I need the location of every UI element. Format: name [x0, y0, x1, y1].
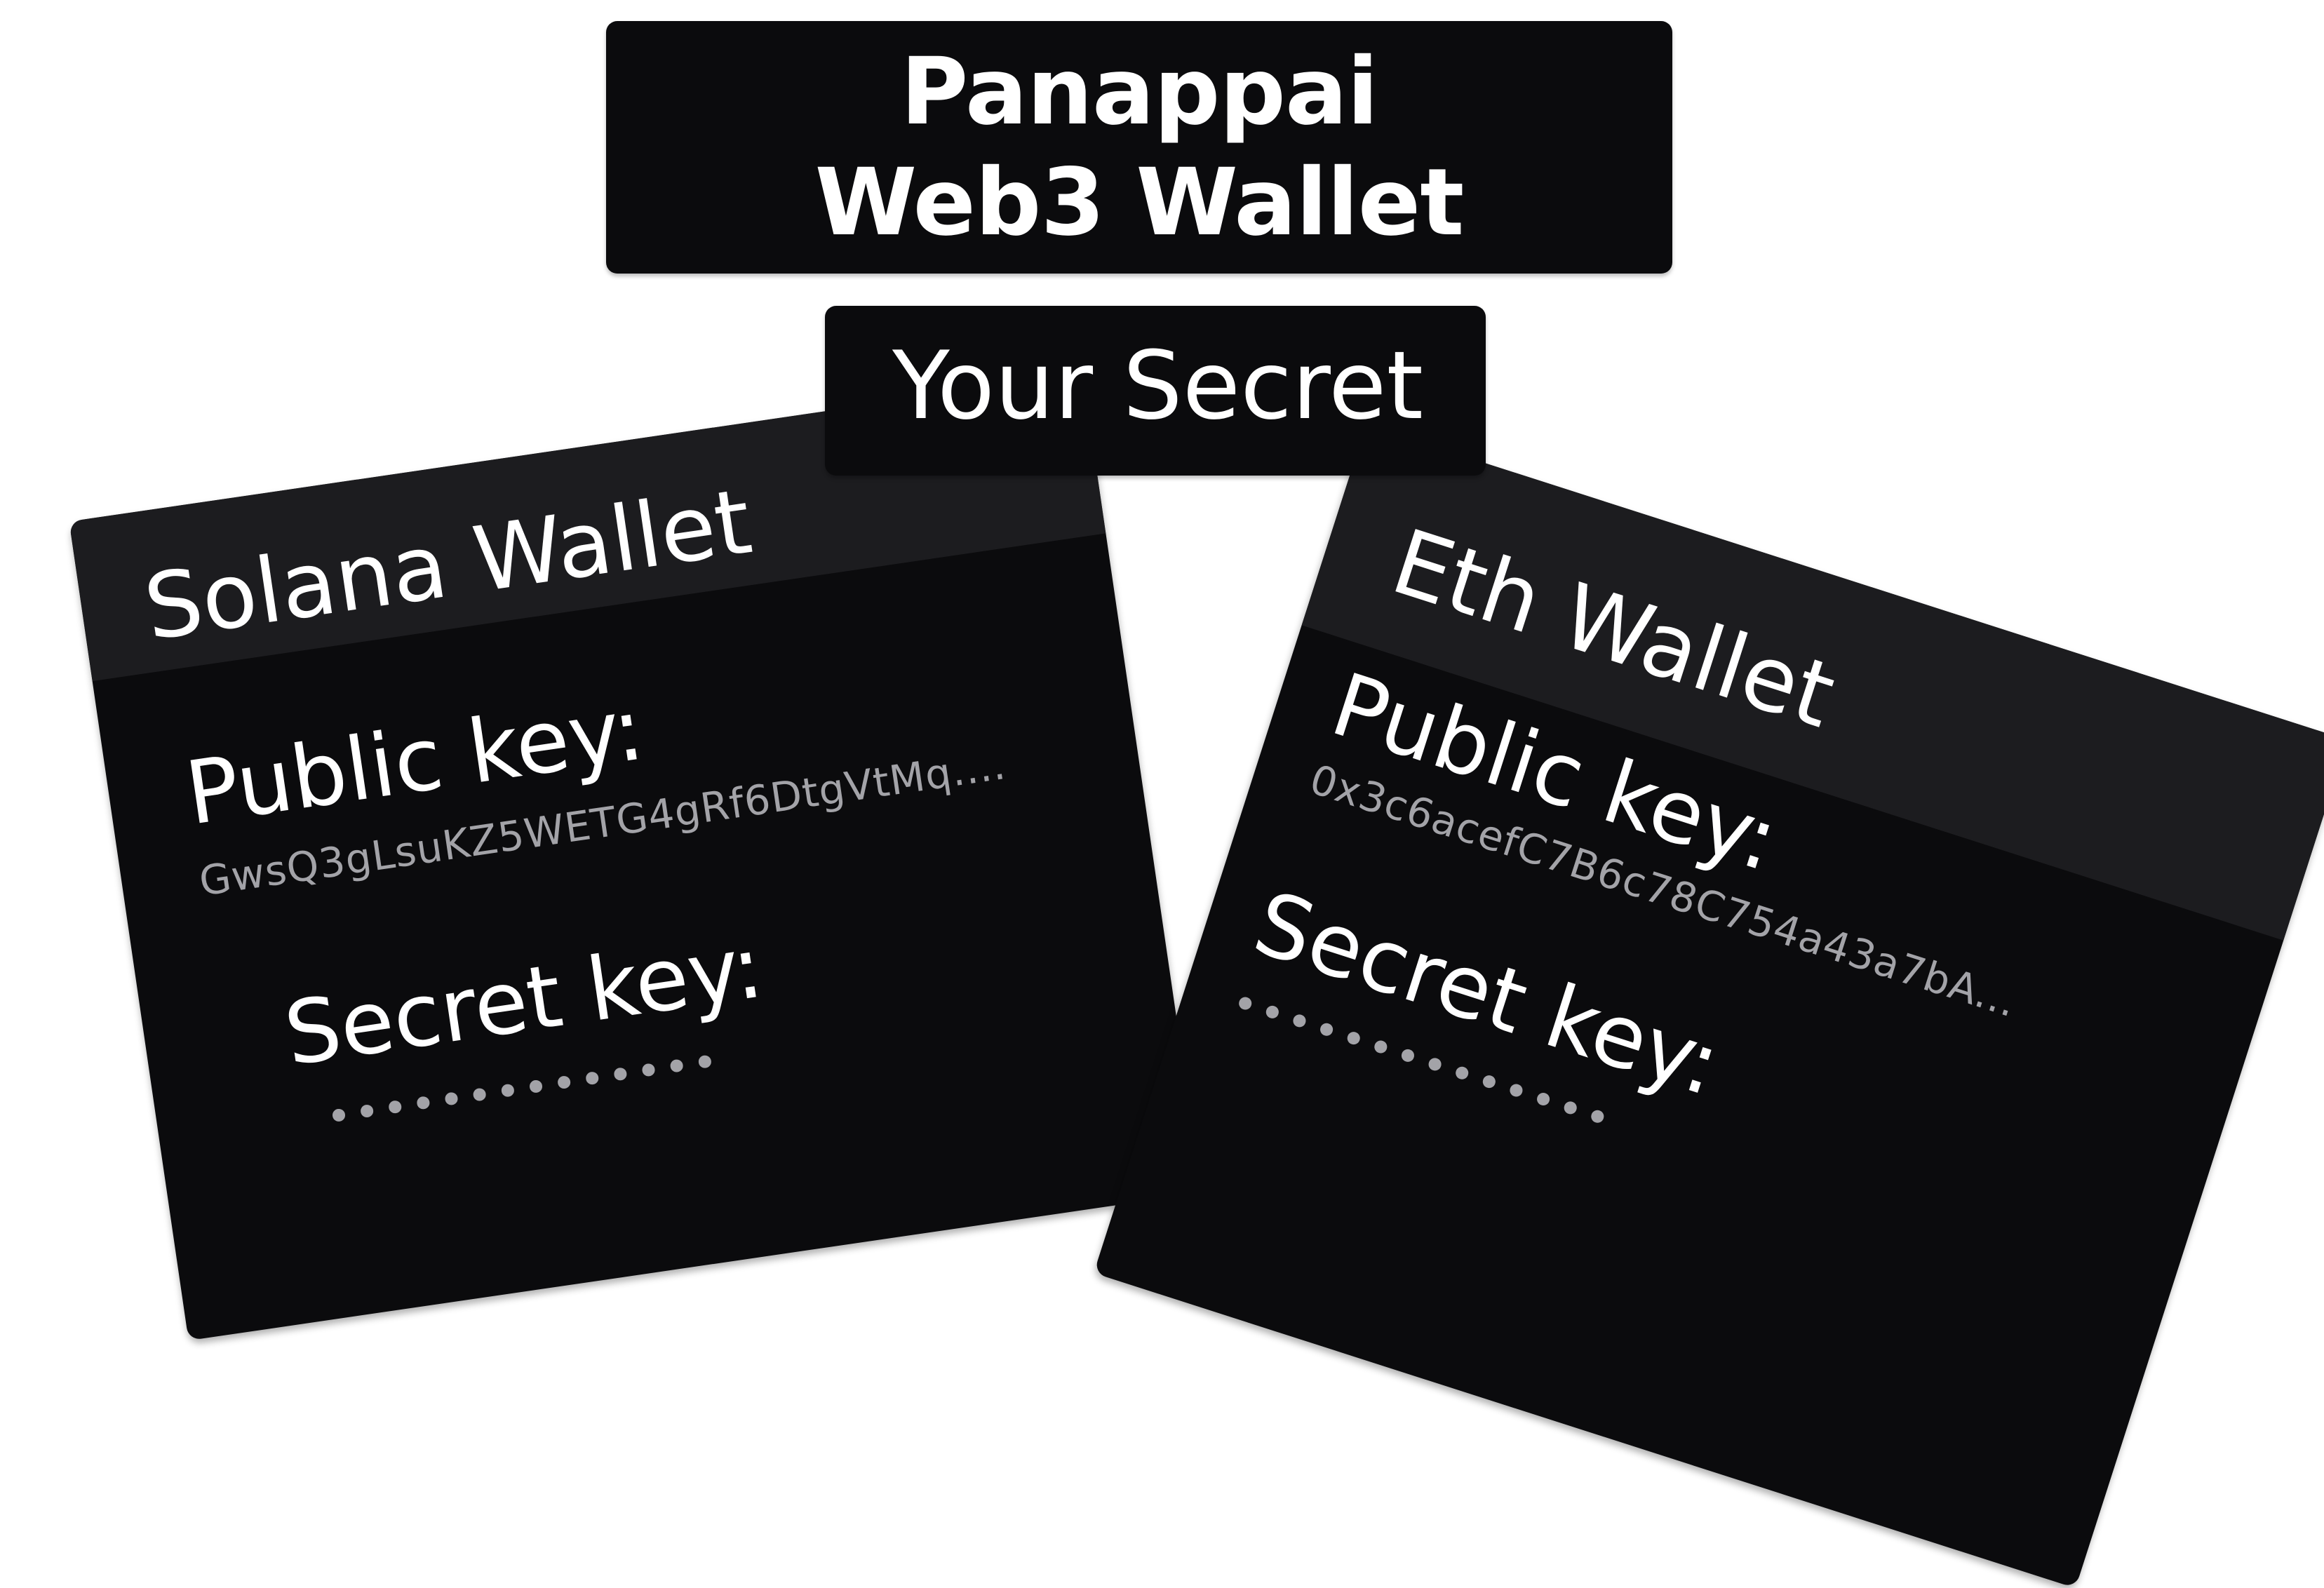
app-title-panel: Panappai Web3 Wallet — [606, 21, 1672, 274]
app-title-line-1: Panappai — [900, 38, 1379, 146]
app-title-line-2: Web3 Wallet — [814, 149, 1465, 257]
solana-wallet-card: Solana Wallet Public key: GwsQ3gLsuKZ5WE… — [69, 373, 1202, 1341]
eth-wallet-card: Eth Wallet Public key: 0x3c6acefC7B6c78C… — [1094, 424, 2324, 1588]
your-secret-label: Your Secret — [892, 331, 1423, 440]
your-secret-panel: Your Secret — [825, 306, 1486, 476]
